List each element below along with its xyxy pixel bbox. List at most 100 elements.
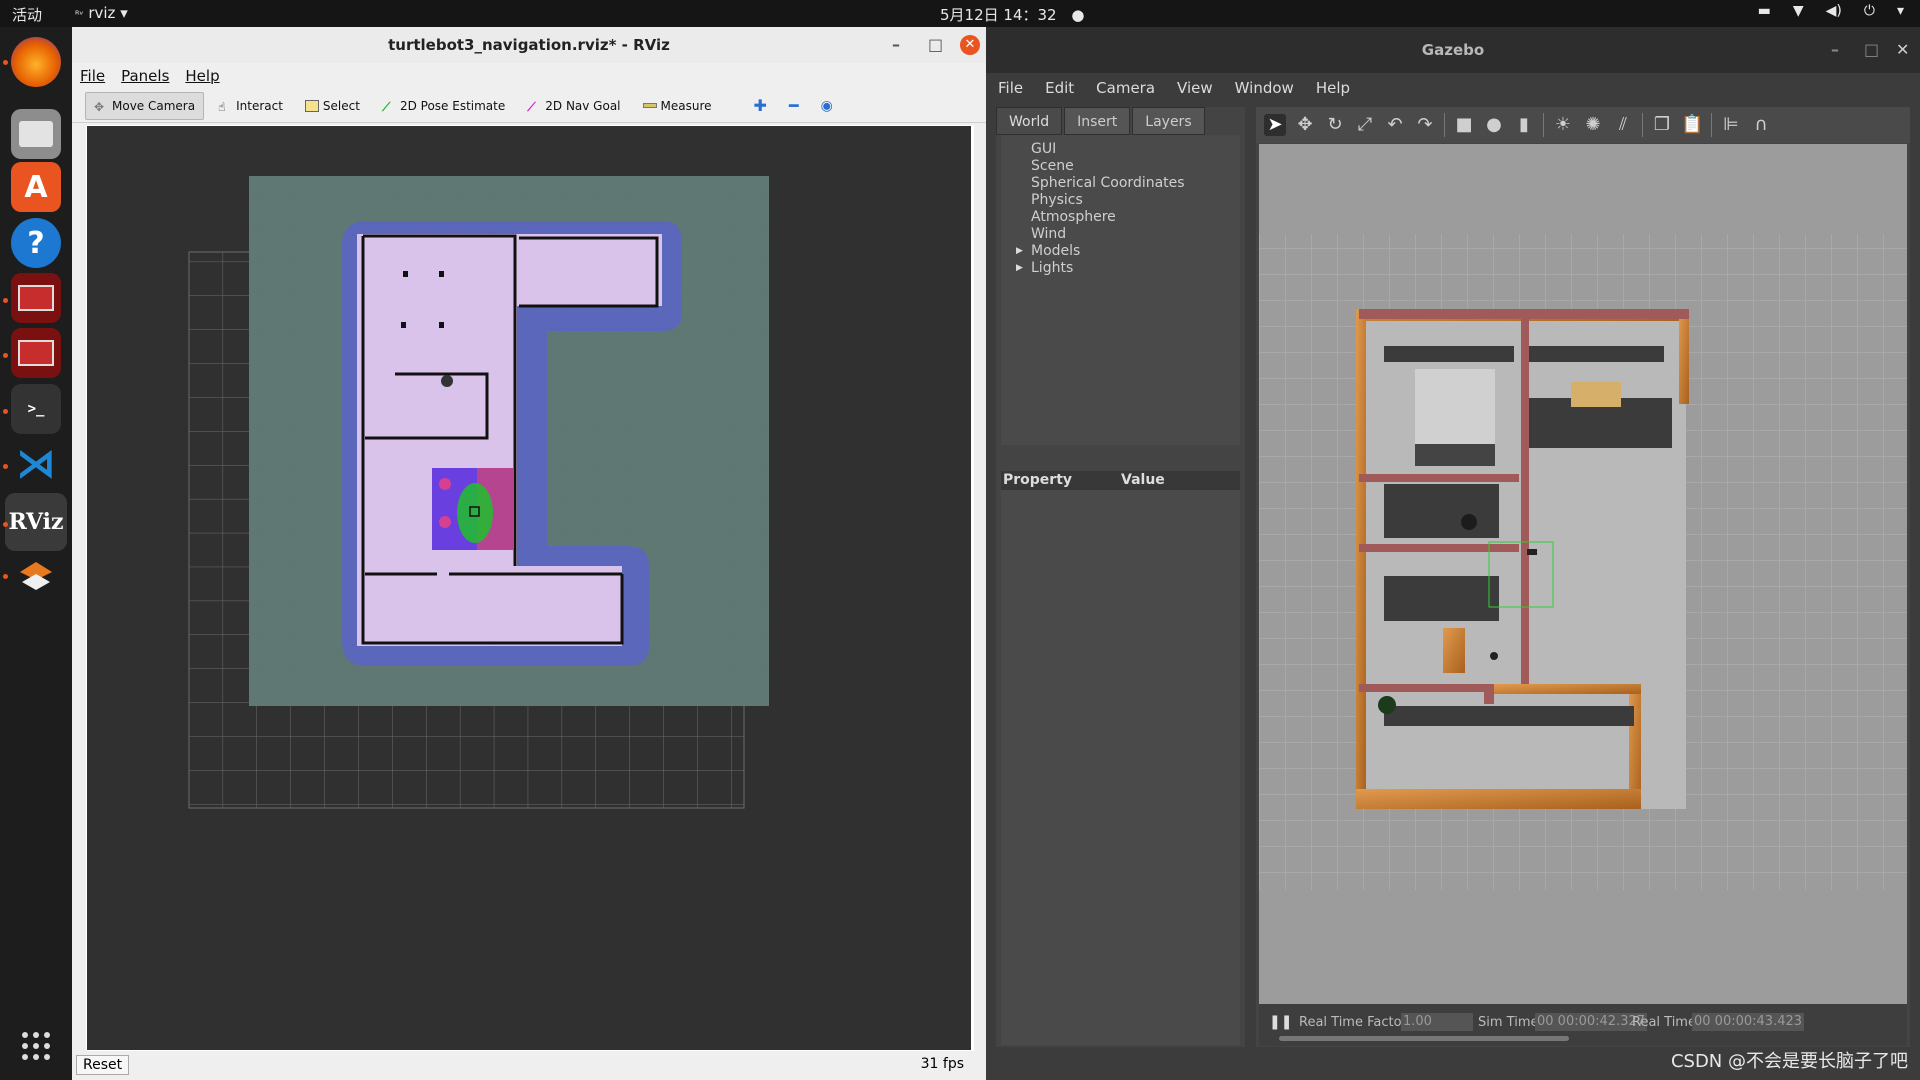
point-light-icon[interactable]: ☀ [1552,114,1574,136]
nav-goal-label: 2D Nav Goal [545,98,621,113]
menu-window[interactable]: Window [1235,79,1294,97]
maximize-icon[interactable]: □ [928,27,943,63]
close-icon[interactable]: ✕ [1896,32,1909,68]
tree-item-spherical-coordinates[interactable]: Spherical Coordinates [1031,175,1240,192]
value-header: Value [1121,472,1165,488]
tab-layers[interactable]: Layers [1132,107,1205,135]
select-button[interactable]: Select [297,92,368,120]
vscode-icon[interactable]: ⋊ [11,439,61,489]
copy-icon[interactable]: ❐ [1651,114,1673,136]
nav-goal-button[interactable]: ⟋ 2D Nav Goal [519,92,628,120]
pose-estimate-label: 2D Pose Estimate [399,98,506,113]
running-indicator [3,522,8,527]
chevron-down-icon: ▾ [120,4,128,22]
translate-mode-icon[interactable]: ✥ [1294,114,1316,136]
align-icon[interactable]: ⊫ [1720,114,1742,136]
clock[interactable]: 5月12日 14：32 ● [940,4,1084,25]
horizontal-scrollbar[interactable] [1279,1036,1569,1041]
property-header: Property [1003,472,1073,488]
scale-mode-icon[interactable]: ⤢ [1354,114,1376,136]
running-indicator [3,574,8,579]
cabinet [1443,628,1465,673]
ubuntu-software-icon[interactable]: A [11,162,61,212]
minimize-icon[interactable]: – [1831,32,1839,68]
remove-tool-icon[interactable]: ━ [781,92,807,120]
rviz-title: turtlebot3_navigation.rviz* - RViz [388,36,670,54]
tree-item-atmosphere[interactable]: Atmosphere [1031,209,1240,226]
minimize-icon[interactable]: – [892,27,900,63]
menu-panels[interactable]: Panels [121,67,169,85]
tree-item-models[interactable]: Models [1016,243,1240,260]
move-camera-label: Move Camera [112,98,196,113]
rviz-icon[interactable]: RViz [5,493,67,551]
volume-icon[interactable]: ◀) [1826,3,1842,19]
cylinder-shape-icon[interactable]: ▮ [1513,114,1535,136]
system-tray[interactable]: ▬ ▼ ◀) ⏻ ▾ [1758,3,1904,19]
power-icon[interactable]: ⏻ [1864,3,1875,19]
activities-button[interactable]: 活动 [12,4,42,25]
show-apps-icon[interactable] [11,1021,61,1071]
add-tool-icon[interactable]: ✚ [746,92,775,120]
menu-edit[interactable]: Edit [1045,79,1074,97]
menu-help[interactable]: Help [185,67,219,85]
tree-item-wind[interactable]: Wind [1031,226,1240,243]
tab-insert[interactable]: Insert [1064,107,1131,135]
terminal-2-icon[interactable] [11,328,61,378]
app-menu[interactable]: ᴿᵛ rviz ▾ [75,4,128,22]
rotate-mode-icon[interactable]: ↻ [1324,114,1346,136]
gazebo-window: Gazebo – □ ✕ File Edit Camera View Windo… [986,27,1920,1080]
spot-light-icon[interactable]: ✺ [1582,114,1604,136]
move-camera-button[interactable]: ✥ Move Camera [85,91,205,120]
snap-icon[interactable]: ∩ [1750,114,1772,136]
menu-camera[interactable]: Camera [1096,79,1155,97]
sphere-shape-icon[interactable]: ● [1483,114,1505,136]
gazebo-scene-render [1259,234,1907,890]
redo-icon[interactable]: ↷ [1414,114,1436,136]
paste-icon[interactable]: 📋 [1681,114,1703,136]
directional-light-icon[interactable]: ⫽ [1612,114,1634,136]
keyboard-icon[interactable]: ▬ [1758,3,1771,19]
select-mode-icon[interactable]: ➤ [1264,114,1286,136]
toolbar-separator [1642,113,1643,137]
tree-item-lights[interactable]: Lights [1016,260,1240,277]
terminal-icon[interactable]: >_ [11,384,61,434]
box-shape-icon[interactable]: ■ [1453,114,1475,136]
select-icon [304,99,319,112]
undo-icon[interactable]: ↶ [1384,114,1406,136]
tab-world[interactable]: World [996,107,1063,135]
running-indicator [3,298,8,303]
toolbar-separator [1543,113,1544,137]
tree-item-gui[interactable]: GUI [1031,141,1240,158]
files-icon[interactable] [11,109,61,159]
maximize-icon[interactable]: □ [1864,32,1879,68]
rtf-label: Real Time Factor: [1299,1015,1412,1030]
tree-item-scene[interactable]: Scene [1031,158,1240,175]
rviz-titlebar[interactable]: turtlebot3_navigation.rviz* - RViz – □ ✕ [72,27,986,63]
running-indicator [3,409,8,414]
tool-properties-icon[interactable]: ◉ [813,92,841,120]
plant [1378,696,1396,714]
menu-help[interactable]: Help [1316,79,1350,97]
pause-icon[interactable]: ❚❚ [1269,1014,1292,1030]
pink-arrow-icon: ⟋ [527,99,536,114]
menu-file[interactable]: File [998,79,1023,97]
dock: A ? >_ ⋊ RViz [0,27,72,1080]
close-icon[interactable]: ✕ [960,35,980,55]
menu-file[interactable]: File [80,67,105,85]
stack-icon[interactable] [11,551,61,601]
measure-button[interactable]: Measure [635,92,720,120]
rviz-menubar: File Panels Help [72,63,986,89]
menu-view[interactable]: View [1177,79,1213,97]
gazebo-titlebar[interactable]: Gazebo – □ ✕ [986,27,1920,73]
reset-button[interactable]: Reset [76,1055,130,1075]
pose-estimate-button[interactable]: ⟋ 2D Pose Estimate [374,92,513,120]
rviz-3d-view[interactable] [87,126,971,1050]
interact-button[interactable]: ☝ Interact [210,92,291,120]
help-icon[interactable]: ? [11,218,61,268]
wifi-icon[interactable]: ▼ [1793,3,1804,19]
firefox-icon[interactable] [11,37,61,87]
tree-item-physics[interactable]: Physics [1031,192,1240,209]
chevron-down-icon[interactable]: ▾ [1897,3,1904,19]
terminal-1-icon[interactable] [11,273,61,323]
gazebo-3d-scene[interactable] [1259,144,1907,1004]
